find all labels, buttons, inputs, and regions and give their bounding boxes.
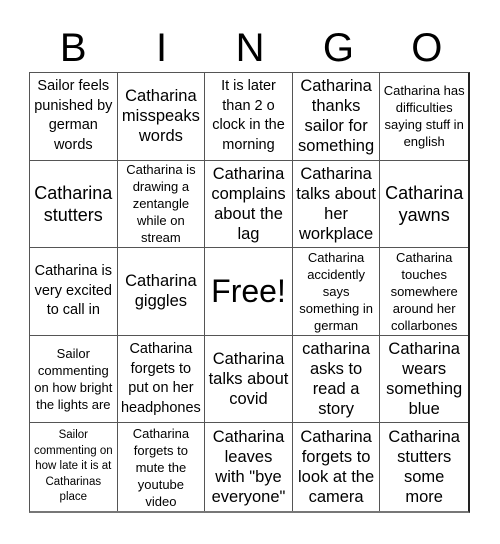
bingo-cell[interactable]: Catharina forgets to put on her headphon… [117, 335, 206, 424]
cell-text: Catharina is very excited to call in [34, 263, 112, 319]
cell-text: Catharina stutters some more [388, 428, 460, 507]
cell-text: Sailor feels punished by german words [34, 78, 113, 153]
cell-text: Catharina complains about the lag [211, 164, 286, 243]
bingo-cell[interactable]: Catharina complains about the lag [205, 160, 293, 249]
cell-text: Catharina stutters [34, 182, 113, 225]
bingo-cell[interactable]: Catharina talks about her workplace [292, 160, 381, 249]
bingo-cell[interactable]: Sailor commenting on how bright the ligh… [30, 335, 118, 424]
cell-text: Catharina accidently says something in g… [299, 250, 373, 333]
bingo-cell[interactable]: catharina asks to read a story [292, 335, 381, 424]
bingo-cell[interactable]: Catharina talks about covid [205, 335, 293, 424]
cell-text: Catharina leaves with "bye everyone" [211, 428, 286, 507]
bingo-cell[interactable]: Catharina forgets to mute the youtube vi… [118, 423, 206, 511]
header-letter-g: G [322, 26, 354, 70]
bingo-cell[interactable]: Catharina stutters some more [380, 423, 468, 511]
free-space-text: Free! [211, 273, 286, 310]
bingo-cell[interactable]: Catharina has difficulties saying stuff … [380, 73, 468, 161]
bingo-cell[interactable]: Catharina is drawing a zentangle while o… [117, 160, 206, 249]
cell-text: Catharina giggles [125, 272, 197, 311]
free-space-cell[interactable]: Free! [205, 248, 293, 336]
cell-text: Catharina touches somewhere around her c… [390, 250, 458, 333]
bingo-header: B I N G O [29, 20, 471, 72]
bingo-cell[interactable]: Catharina accidently says something in g… [292, 248, 381, 336]
bingo-cell[interactable]: Catharina misspeaks words [117, 73, 206, 161]
bingo-cell[interactable]: Catharina touches somewhere around her c… [380, 248, 468, 336]
bingo-cell[interactable]: Sailor commenting on how late it is at C… [30, 423, 118, 511]
header-letter-b: B [59, 26, 87, 70]
cell-text: Sailor commenting on how late it is at C… [33, 429, 113, 504]
bingo-cell[interactable]: Catharina giggles [117, 248, 206, 336]
cell-text: Catharina thanks sailor for something [298, 77, 375, 156]
cell-text: Catharina has difficulties saying stuff … [383, 83, 465, 150]
cell-text: Catharina forgets to mute the youtube vi… [132, 425, 190, 509]
bingo-cell[interactable]: It is later than 2 o clock in the mornin… [205, 73, 293, 161]
cell-text: Catharina talks about her workplace [296, 164, 376, 243]
cell-text: Catharina misspeaks words [121, 87, 200, 146]
bingo-cell[interactable]: Sailor feels punished by german words [30, 73, 118, 161]
bingo-card: Sailor feels punished by german words Ca… [29, 72, 470, 513]
bingo-cell[interactable]: Catharina wears something blue [380, 336, 468, 424]
cell-text: Sailor commenting on how bright the ligh… [34, 346, 113, 413]
header-letter-o: O [411, 26, 443, 70]
cell-text: Catharina talks about covid [208, 350, 289, 409]
cell-text: Catharina wears something blue [386, 340, 463, 419]
bingo-cell[interactable]: Catharina yawns [380, 161, 468, 249]
cell-text: Catharina is drawing a zentangle while o… [126, 162, 196, 246]
bingo-cell[interactable]: Catharina is very excited to call in [30, 248, 118, 336]
bingo-cell[interactable]: Catharina leaves with "bye everyone" [205, 423, 293, 511]
cell-text: Catharina yawns [385, 182, 464, 225]
cell-text: Catharina forgets to look at the camera [298, 428, 375, 507]
header-letter-i: I [156, 26, 168, 70]
bingo-cell[interactable]: Catharina forgets to look at the camera [293, 423, 381, 511]
bingo-cell[interactable]: Catharina thanks sailor for something [292, 73, 381, 161]
cell-text: catharina asks to read a story [302, 340, 371, 419]
cell-text: It is later than 2 o clock in the mornin… [212, 78, 285, 153]
cell-text: Catharina forgets to put on her headphon… [120, 341, 201, 416]
header-letter-n: N [235, 26, 265, 70]
bingo-cell[interactable]: Catharina stutters [30, 160, 118, 249]
